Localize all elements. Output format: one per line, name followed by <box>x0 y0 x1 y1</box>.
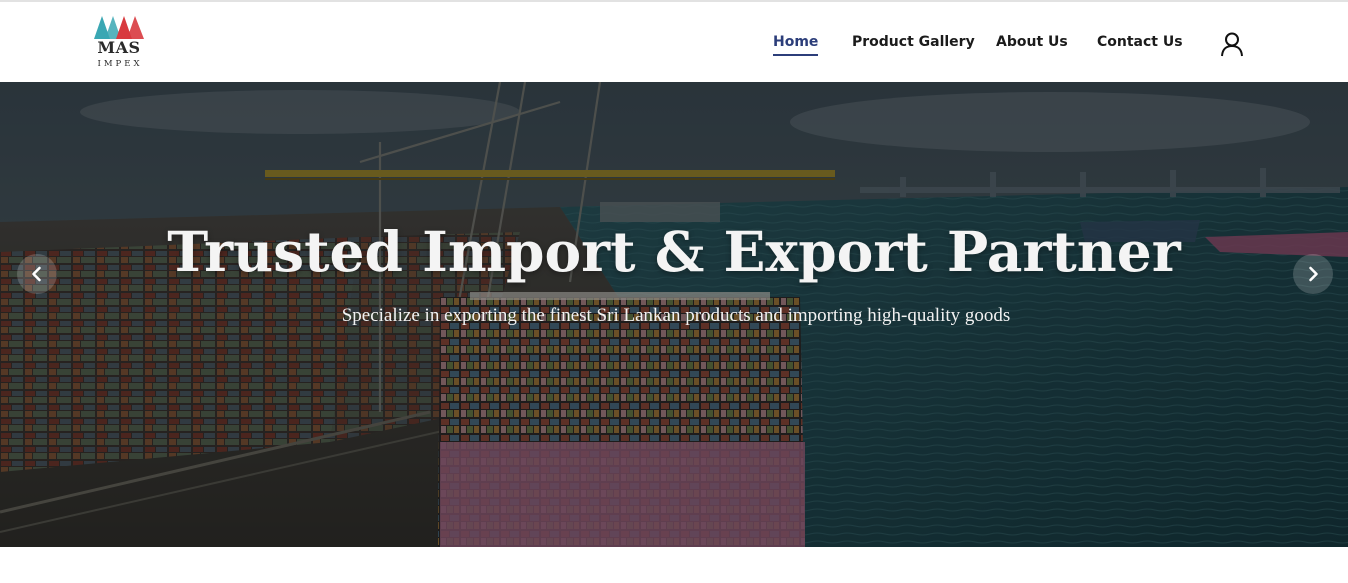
carousel-next-button[interactable] <box>1293 254 1333 294</box>
nav-product-gallery-label: Product Gallery <box>852 34 975 50</box>
logo-text: MAS <box>97 38 141 57</box>
nav-about-us[interactable]: About Us <box>996 32 1068 54</box>
chevron-right-icon <box>1309 266 1318 282</box>
hero-carousel: Trusted Import & Export Partner Speciali… <box>0 82 1348 547</box>
site-header: MAS IMPEX Home Product Gallery About Us … <box>0 2 1348 82</box>
nav-contact-us-label: Contact Us <box>1097 34 1183 50</box>
logo-subtext: IMPEX <box>97 59 143 69</box>
nav-about-us-label: About Us <box>996 34 1068 50</box>
nav-home[interactable]: Home <box>773 32 819 56</box>
chevron-left-icon <box>32 266 41 282</box>
hero-title: Trusted Import & Export Partner <box>167 219 1181 284</box>
carousel-prev-button[interactable] <box>17 254 57 294</box>
active-underline <box>773 54 819 56</box>
nav-product-gallery[interactable]: Product Gallery <box>852 32 975 54</box>
mas-impex-logo[interactable]: MAS IMPEX <box>92 13 148 73</box>
hero-subtitle: Specialize in exporting the finest Sri L… <box>341 305 1011 326</box>
nav-home-label: Home <box>773 34 819 50</box>
page-content-area <box>0 547 1348 583</box>
user-icon[interactable] <box>1219 31 1245 57</box>
logo-mark-icon <box>94 16 144 39</box>
nav-contact-us[interactable]: Contact Us <box>1097 32 1183 54</box>
